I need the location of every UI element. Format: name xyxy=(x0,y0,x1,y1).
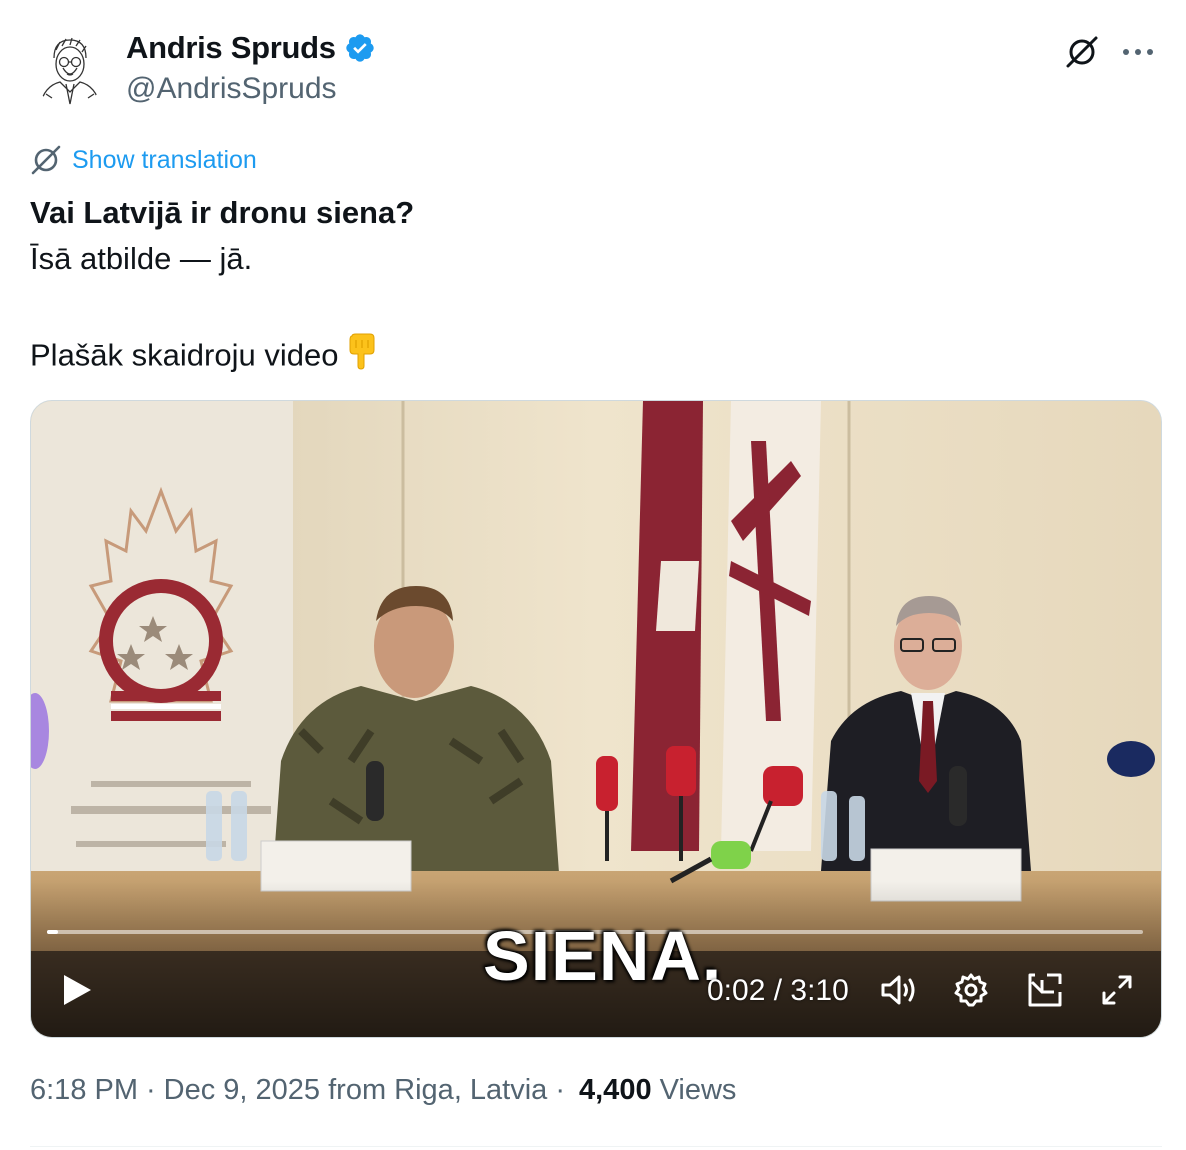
views-count: 4,400 xyxy=(579,1074,652,1106)
tweet-header: Andris Spruds @AndrisSpruds xyxy=(30,28,1160,108)
tweet-time[interactable]: 6:18 PM xyxy=(30,1074,138,1107)
volume-button[interactable] xyxy=(879,970,919,1010)
tweet-meta: 6:18 PM · Dec 9, 2025 from Riga, Latvia … xyxy=(30,1074,736,1107)
more-button[interactable] xyxy=(1116,30,1160,74)
play-icon xyxy=(64,975,91,1005)
fullscreen-icon xyxy=(1102,975,1132,1005)
show-translation-label[interactable]: Show translation xyxy=(72,146,257,175)
show-translation-link[interactable]: Show translation xyxy=(30,144,257,176)
fullscreen-button[interactable] xyxy=(1097,970,1137,1010)
picture-in-picture-icon xyxy=(1028,973,1062,1007)
views-label: Views xyxy=(659,1074,737,1106)
more-horizontal-icon xyxy=(1123,49,1153,55)
user-handle[interactable]: @AndrisSpruds xyxy=(126,72,337,106)
tweet-line-1: Vai Latvijā ir dronu siena? xyxy=(30,195,415,230)
tweet-date-location[interactable]: Dec 9, 2025 from Riga, Latvia xyxy=(164,1074,548,1107)
verified-badge-icon[interactable] xyxy=(344,32,376,64)
video-progress-fill xyxy=(47,930,58,934)
meta-separator: · xyxy=(146,1074,156,1106)
play-button[interactable] xyxy=(55,968,99,1012)
tweet-line-2: Īsā atbilde — jā. xyxy=(30,241,253,276)
tweet-line-3-text: Plašāk skaidroju video xyxy=(30,337,339,373)
video-controls: 0:02 / 3:10 xyxy=(31,956,1161,1026)
settings-button[interactable] xyxy=(951,970,991,1010)
gear-icon xyxy=(954,973,988,1007)
name-row: Andris Spruds xyxy=(126,30,376,66)
tweet-line-3: Plašāk skaidroju video xyxy=(30,332,1150,378)
meta-separator: · xyxy=(555,1074,565,1106)
display-name[interactable]: Andris Spruds xyxy=(126,30,336,66)
divider xyxy=(30,1146,1162,1147)
grok-icon xyxy=(1066,36,1098,68)
tweet-text: Vai Latvijā ir dronu siena? Īsā atbilde … xyxy=(30,190,1150,378)
picture-in-picture-button[interactable] xyxy=(1025,970,1065,1010)
volume-icon xyxy=(881,975,915,1005)
pointing-down-hand-icon xyxy=(344,332,380,383)
video-time: 0:02 / 3:10 xyxy=(707,974,849,1007)
avatar[interactable] xyxy=(30,28,108,106)
grok-button[interactable] xyxy=(1060,30,1104,74)
translate-icon xyxy=(31,145,61,175)
video-player[interactable]: SIENA. 0:02 / 3:10 xyxy=(30,400,1162,1038)
